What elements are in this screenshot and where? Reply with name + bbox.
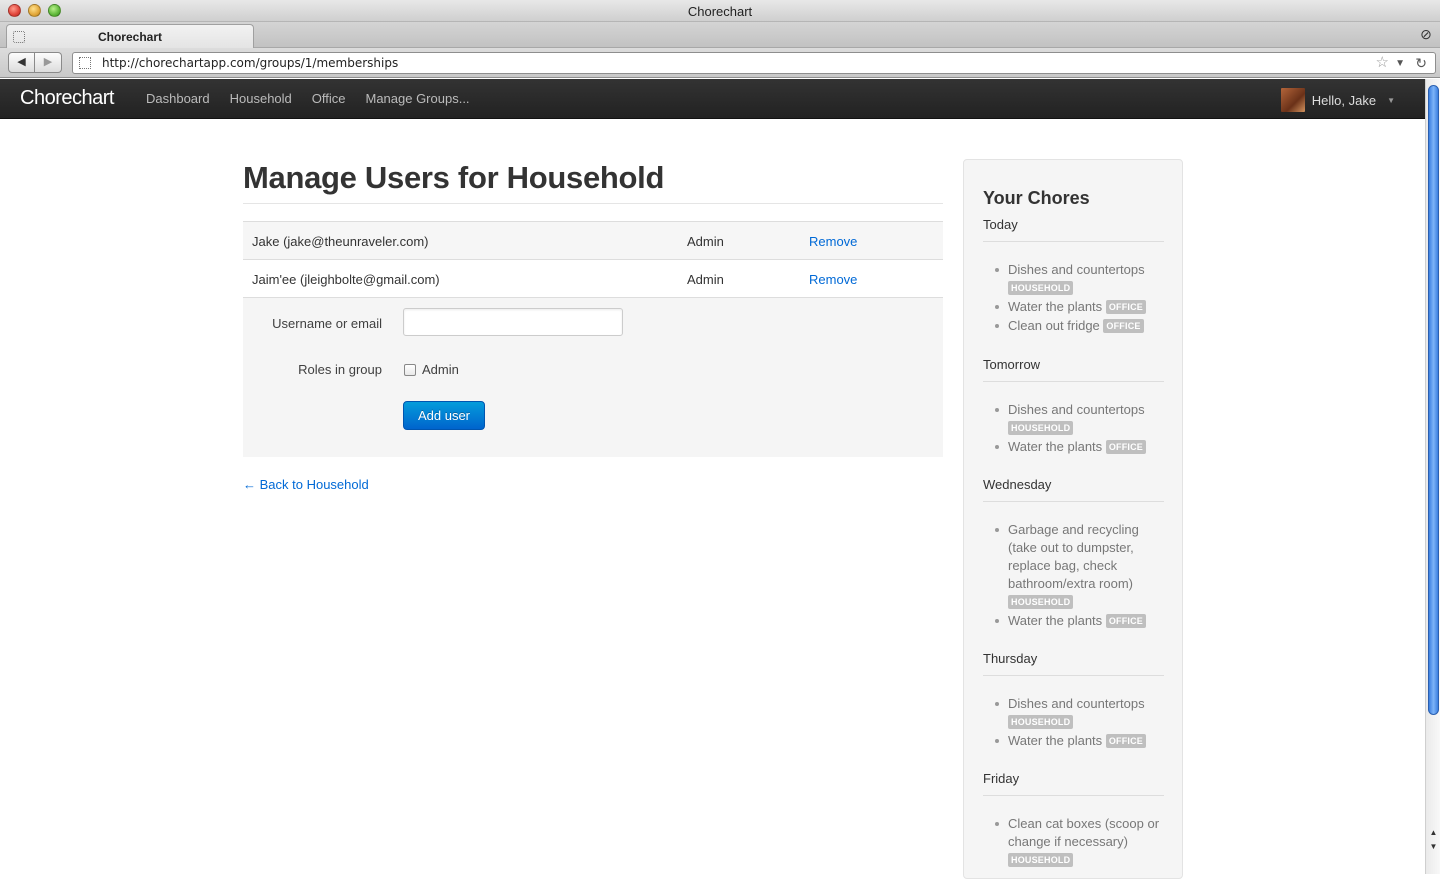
address-bar[interactable]: http://chorechartapp.com/groups/1/member…	[72, 52, 1436, 74]
brand-logo[interactable]: Chorechart	[20, 87, 114, 110]
username-input[interactable]	[403, 308, 623, 336]
app-navbar: Chorechart Dashboard Household Office Ma…	[0, 79, 1425, 119]
members-table: Jake (jake@theunraveler.com) Admin Remov…	[243, 221, 943, 298]
chore-text: Dishes and countertops	[1008, 696, 1145, 711]
scroll-down-icon[interactable]: ▼	[1428, 841, 1439, 853]
table-row: Jaim'ee (jleighbolte@gmail.com) Admin Re…	[243, 260, 943, 298]
remove-member-link[interactable]: Remove	[809, 272, 857, 287]
back-button[interactable]: ◀	[8, 52, 35, 73]
add-user-button[interactable]: Add user	[403, 401, 485, 430]
title-divider	[243, 203, 943, 204]
list-item: Garbage and recycling (take out to dumps…	[994, 521, 1164, 611]
scroll-up-icon[interactable]: ▲	[1428, 827, 1439, 839]
list-item: Water the plants OFFICE	[994, 298, 1164, 316]
nav-manage-groups[interactable]: Manage Groups...	[355, 79, 479, 119]
list-item: Water the plants OFFICE	[994, 612, 1164, 630]
tab-title: Chorechart	[97, 30, 162, 44]
day-heading: Friday	[983, 771, 1164, 796]
day-section-wednesday: Wednesday Garbage and recycling (take ou…	[983, 477, 1164, 631]
window-title: Chorechart	[687, 4, 753, 19]
member-name: Jaim'ee (jleighbolte@gmail.com)	[252, 272, 440, 287]
group-badge: OFFICE	[1105, 734, 1147, 748]
username-label: Username or email	[272, 316, 382, 331]
caret-down-icon: ▼	[1387, 95, 1395, 105]
table-row: Jake (jake@theunraveler.com) Admin Remov…	[243, 222, 943, 260]
bookmark-star-icon[interactable]: ☆	[1376, 53, 1389, 73]
list-item: Clean cat boxes (scoop or change if nece…	[994, 815, 1164, 869]
admin-checkbox[interactable]	[404, 364, 416, 376]
list-item: Clean out fridge OFFICE	[994, 317, 1164, 335]
day-heading: Thursday	[983, 651, 1164, 676]
admin-checkbox-label[interactable]: Admin	[422, 362, 459, 377]
group-badge: HOUSEHOLD	[1008, 595, 1074, 609]
page-scrollbar[interactable]: ▲ ▼	[1425, 79, 1440, 874]
day-heading: Wednesday	[983, 477, 1164, 502]
url-dropdown-icon[interactable]: ▼	[1395, 54, 1405, 74]
chore-text: Clean cat boxes (scoop or change if nece…	[1008, 816, 1160, 849]
chore-text: Water the plants	[1008, 299, 1103, 314]
forward-button[interactable]: ▶	[35, 52, 62, 73]
sidebar-title: Your Chores	[983, 188, 1090, 208]
list-item: Dishes and countertops HOUSEHOLD	[994, 401, 1164, 437]
group-badge: HOUSEHOLD	[1008, 853, 1074, 867]
nav-dashboard[interactable]: Dashboard	[136, 79, 220, 119]
chore-text: Dishes and countertops	[1008, 262, 1145, 277]
remove-member-link[interactable]: Remove	[809, 234, 857, 249]
window-titlebar: Chorechart	[0, 0, 1440, 22]
user-menu[interactable]: Hello, Jake ▼	[1280, 88, 1395, 112]
list-item: Water the plants OFFICE	[994, 438, 1164, 456]
day-heading: Tomorrow	[983, 357, 1164, 382]
list-item: Dishes and countertops HOUSEHOLD	[994, 261, 1164, 297]
day-section-today: Today Dishes and countertops HOUSEHOLD W…	[983, 217, 1164, 336]
group-badge: OFFICE	[1105, 614, 1147, 628]
list-item: Water the plants OFFICE	[994, 732, 1164, 750]
browser-toolbar: ◀ ▶ http://chorechartapp.com/groups/1/me…	[0, 48, 1440, 78]
scrollbar-thumb[interactable]	[1428, 85, 1439, 715]
nav-office[interactable]: Office	[302, 79, 356, 119]
group-badge: OFFICE	[1105, 300, 1147, 314]
user-greeting: Hello, Jake	[1311, 92, 1377, 108]
history-buttons: ◀ ▶	[8, 52, 62, 73]
day-heading: Today	[983, 217, 1164, 242]
chore-text: Dishes and countertops	[1008, 402, 1145, 417]
browser-tab[interactable]: Chorechart	[6, 24, 254, 48]
chore-text: Water the plants	[1008, 613, 1103, 628]
page-icon	[79, 57, 91, 69]
page-title: Manage Users for Household	[243, 160, 665, 195]
member-name: Jake (jake@theunraveler.com)	[252, 234, 429, 249]
group-badge: HOUSEHOLD	[1008, 281, 1074, 295]
back-to-household-link[interactable]: ← Back to Household	[243, 477, 369, 492]
tab-bar: Chorechart ⊘	[0, 22, 1440, 48]
list-item: Dishes and countertops HOUSEHOLD	[994, 695, 1164, 731]
group-badge: OFFICE	[1103, 319, 1144, 333]
chore-text: Water the plants	[1008, 733, 1103, 748]
main-nav: Dashboard Household Office Manage Groups…	[136, 79, 480, 119]
nav-household[interactable]: Household	[220, 79, 302, 119]
add-user-form: Username or email Roles in group Admin A…	[243, 298, 943, 457]
url-text[interactable]: http://chorechartapp.com/groups/1/member…	[102, 56, 398, 70]
member-role: Admin	[687, 272, 724, 287]
roles-label: Roles in group	[298, 362, 382, 377]
day-section-thursday: Thursday Dishes and countertops HOUSEHOL…	[983, 651, 1164, 751]
chore-text: Garbage and recycling (take out to dumps…	[1008, 522, 1139, 591]
reload-icon[interactable]: ↻	[1415, 53, 1427, 73]
group-badge: HOUSEHOLD	[1008, 715, 1074, 729]
group-badge: HOUSEHOLD	[1008, 421, 1074, 435]
chores-sidebar: Your Chores Today Dishes and countertops…	[963, 159, 1183, 879]
member-role: Admin	[687, 234, 724, 249]
avatar	[1280, 88, 1305, 112]
day-section-tomorrow: Tomorrow Dishes and countertops HOUSEHOL…	[983, 357, 1164, 457]
group-badge: OFFICE	[1105, 440, 1147, 454]
chore-text: Clean out fridge	[1008, 318, 1100, 333]
activity-icon[interactable]: ⊘	[1418, 26, 1434, 42]
day-section-friday: Friday Clean cat boxes (scoop or change …	[983, 771, 1164, 870]
chore-text: Water the plants	[1008, 439, 1103, 454]
